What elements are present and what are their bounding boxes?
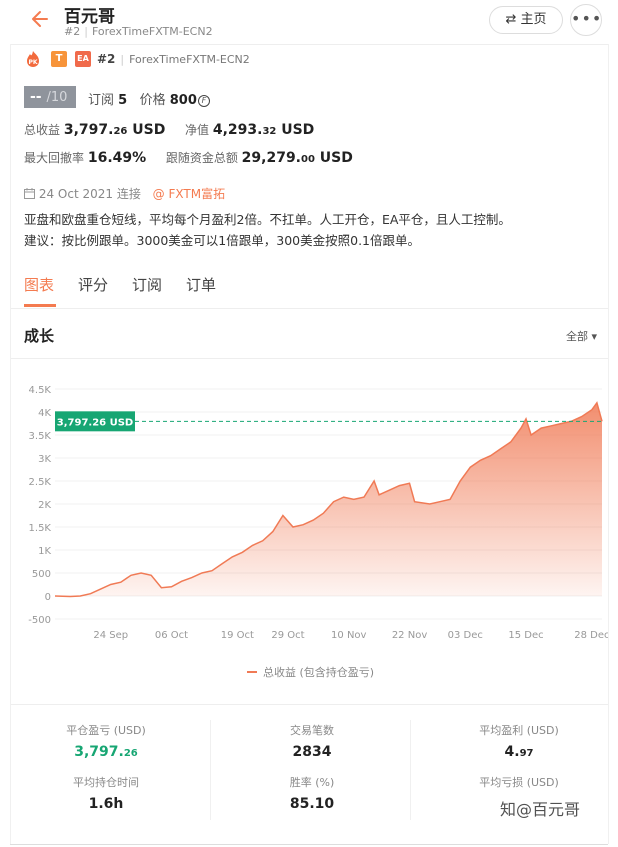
subscriptions-label: 订阅 bbox=[88, 93, 115, 108]
drawdown-funds-line: 最大回撤率 16.49% 跟随资金总额 29,279.00 USD bbox=[24, 149, 353, 166]
stat-label: 胜率 (%) bbox=[289, 776, 335, 789]
drawdown-label: 最大回撤率 bbox=[24, 151, 85, 165]
tab-orders[interactable]: 订单 bbox=[186, 274, 216, 308]
pk-badge-icon: PK bbox=[27, 51, 39, 67]
description-line-2: 建议：按比例跟单。3000美金可以1倍跟单，300美金按照0.1倍跟单。 bbox=[24, 233, 421, 248]
stat-label: 平仓盈亏 (USD) bbox=[66, 724, 146, 737]
divider bbox=[10, 308, 608, 309]
avg-loss-stat: 平均亏损 (USD) bbox=[454, 774, 584, 796]
subscription-price-info: 订阅 5 价格 800 F bbox=[88, 89, 210, 108]
y-tick-label: 3.5K bbox=[29, 431, 52, 442]
divider bbox=[10, 844, 608, 845]
broker-link[interactable]: @ FXTM富拓 bbox=[153, 187, 225, 201]
stat-value: 4.97 bbox=[504, 744, 534, 760]
total-profit-value: 3,797.26 USD bbox=[63, 122, 166, 138]
home-button[interactable]: ⇄ 主页 bbox=[489, 6, 563, 34]
y-tick-label: 3K bbox=[38, 454, 51, 465]
x-tick-label: 29 Oct bbox=[271, 630, 304, 641]
stat-value: 2834 bbox=[292, 744, 332, 760]
strategy-description: 亚盘和欧盘重仓短线，平均每个月盈利2倍。不扛单。人工开仓，EA平仓，且人工控制。… bbox=[24, 209, 604, 251]
subscriptions-value: 5 bbox=[118, 93, 128, 108]
trade-count-stat: 交易笔数 2834 bbox=[247, 722, 377, 760]
active-tab-indicator bbox=[24, 304, 56, 307]
y-tick-label: 4.5K bbox=[29, 385, 52, 396]
stat-label: 平均盈利 (USD) bbox=[479, 724, 559, 737]
x-tick-label: 06 Oct bbox=[155, 630, 188, 641]
tab-chart[interactable]: 图表 bbox=[24, 274, 54, 308]
server-label: ForexTimeFXTM-ECN2 bbox=[91, 25, 213, 38]
drawdown-value: 16.49% bbox=[87, 150, 147, 166]
x-tick-label: 19 Oct bbox=[221, 630, 254, 641]
range-dropdown[interactable]: 全部 ▾ bbox=[566, 328, 597, 344]
stat-value: 3,797.26 bbox=[74, 744, 138, 760]
tab-rating[interactable]: 评分 bbox=[78, 274, 108, 308]
connection-info: 24 Oct 2021 连接 @ FXTM富拓 bbox=[24, 185, 225, 202]
score-denominator: /10 bbox=[46, 90, 68, 105]
x-tick-label: 10 Nov bbox=[331, 630, 367, 641]
y-tick-label: 4K bbox=[38, 408, 51, 419]
y-tick-label: 0 bbox=[45, 592, 51, 603]
x-tick-label: 28 Dec bbox=[574, 630, 608, 641]
score-value: -- bbox=[30, 89, 42, 105]
follow-funds-label: 跟随资金总额 bbox=[165, 151, 238, 165]
divider bbox=[10, 704, 608, 705]
legend-swatch bbox=[247, 671, 257, 673]
chart-legend[interactable]: 总收益 (包含持仓盈亏) bbox=[247, 664, 374, 680]
ea-badge: EA bbox=[75, 51, 91, 67]
page-title: 百元哥 bbox=[64, 7, 115, 27]
stat-label: 交易笔数 bbox=[290, 724, 334, 737]
currency-coin-icon: F bbox=[197, 95, 210, 107]
server-name: ForexTimeFXTM-ECN2 bbox=[129, 52, 250, 66]
score-badge: -- /10 bbox=[24, 86, 76, 108]
y-tick-label: 1.5K bbox=[29, 523, 52, 534]
equity-label: 净值 bbox=[184, 123, 209, 137]
description-line-1: 亚盘和欧盘重仓短线，平均每个月盈利2倍。不扛单。人工开仓，EA平仓，且人工控制。 bbox=[24, 212, 511, 227]
divider bbox=[10, 44, 608, 45]
y-tick-label: 500 bbox=[32, 569, 51, 580]
area-fill bbox=[55, 402, 602, 597]
equity-value: 4,293.32 USD bbox=[212, 122, 315, 138]
badge-row: PK T EA #2 | ForexTimeFXTM-ECN2 bbox=[25, 50, 250, 68]
follow-funds-value: 29,279.00 USD bbox=[241, 150, 353, 166]
x-tick-label: 24 Sep bbox=[93, 630, 128, 641]
tab-subscribe[interactable]: 订阅 bbox=[132, 274, 162, 308]
total-profit-label: 总收益 bbox=[24, 123, 61, 137]
y-tick-label: 2K bbox=[38, 500, 51, 511]
divider bbox=[10, 358, 608, 359]
stat-label: 平均持仓时间 bbox=[73, 776, 139, 789]
profit-equity-line: 总收益 3,797.26 USD 净值 4,293.32 USD bbox=[24, 121, 314, 138]
x-tick-label: 15 Dec bbox=[508, 630, 543, 641]
rank-label: #2 bbox=[64, 25, 81, 38]
y-tick-label: 2.5K bbox=[29, 477, 52, 488]
t-badge: T bbox=[51, 51, 67, 67]
x-tick-label: 03 Dec bbox=[448, 630, 483, 641]
more-options-button[interactable]: ••• bbox=[570, 4, 602, 36]
stat-label: 平均亏损 (USD) bbox=[479, 776, 559, 789]
growth-section-title: 成长 bbox=[24, 327, 55, 345]
current-value-label: 3,797.26 USD bbox=[57, 417, 133, 428]
avg-hold-time-stat: 平均持仓时间 1.6h bbox=[41, 774, 171, 812]
y-tick-label: -500 bbox=[28, 615, 51, 626]
pk-badge-text: PK bbox=[28, 59, 37, 66]
header: 百元哥 #2 | ForexTimeFXTM-ECN2 ⇄ 主页 ••• bbox=[0, 0, 618, 44]
price-value: 800 bbox=[169, 93, 197, 108]
price-label: 价格 bbox=[139, 93, 166, 108]
win-rate-stat: 胜率 (%) 85.10 bbox=[247, 774, 377, 812]
calendar-icon bbox=[24, 188, 35, 199]
stat-value: 1.6h bbox=[88, 796, 124, 812]
account-subtitle: #2 | ForexTimeFXTM-ECN2 bbox=[64, 25, 213, 38]
connection-date: 24 Oct 2021 连接 bbox=[38, 187, 141, 201]
x-tick-label: 22 Nov bbox=[392, 630, 428, 641]
y-tick-label: 1K bbox=[38, 546, 51, 557]
closed-pnl-stat: 平仓盈亏 (USD) 3,797.26 bbox=[41, 722, 171, 760]
avg-profit-stat: 平均盈利 (USD) 4.97 bbox=[454, 722, 584, 760]
growth-chart-svg: 4.5K 4K 3.5K 3K 2.5K 2K 1.5K 1K 500 0 -500 24 Sep 06… bbox=[28, 385, 609, 641]
legend-label: 总收益 (包含持仓盈亏) bbox=[263, 666, 375, 679]
stat-value: 85.10 bbox=[289, 796, 335, 812]
rank-badge: #2 bbox=[97, 52, 116, 66]
growth-chart: 4.5K 4K 3.5K 3K 2.5K 2K 1.5K 1K 500 0 -500 24 Sep 06… bbox=[10, 365, 609, 695]
back-arrow-icon[interactable] bbox=[28, 8, 50, 30]
tab-bar: 图表 评分 订阅 订单 bbox=[24, 274, 240, 308]
watermark: 知@百元哥 bbox=[500, 800, 581, 819]
